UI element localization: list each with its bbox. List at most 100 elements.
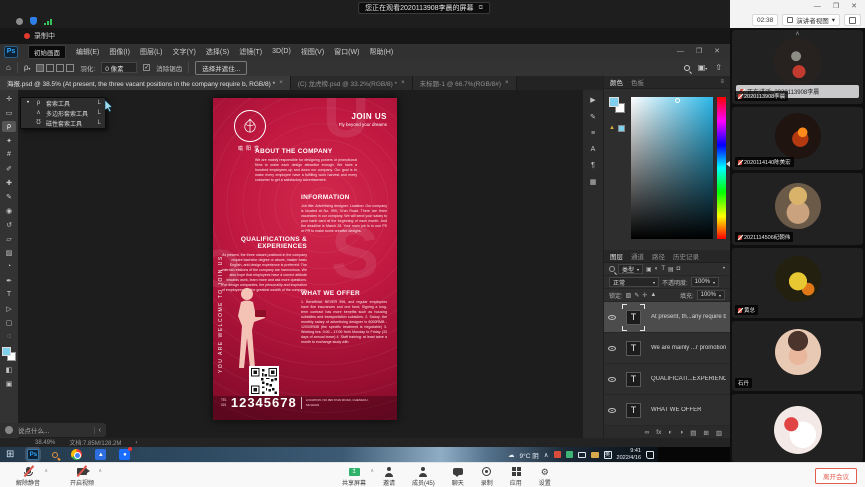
menu-image[interactable]: 图像(I) (109, 47, 130, 57)
eraser-tool-icon[interactable]: ▱ (2, 233, 16, 244)
share-screen-button[interactable]: ↥ 共享屏幕 ∧ (342, 466, 366, 487)
leave-meeting-button[interactable]: 离开会议 (815, 468, 857, 484)
doc-tab-3[interactable]: 未标题-1 @ 66.7%(RGB/8#) × (413, 76, 517, 90)
start-video-button[interactable]: 开启视频 ∧ (70, 466, 94, 487)
clone-stamp-tool-icon[interactable]: ◉ (2, 205, 16, 216)
participant-tile[interactable]: 黄总 (732, 248, 863, 318)
lasso-tool-icon[interactable]: ρ▾ (24, 63, 31, 72)
collapse-chevron-icon[interactable]: ∧ (795, 30, 799, 37)
ime-indicator[interactable]: 英 (604, 451, 612, 459)
antialias-checkbox[interactable]: ✓ (143, 64, 150, 71)
status-arrow-icon[interactable]: › (135, 440, 137, 446)
view-mode-button[interactable]: 演讲者视图 ▾ (782, 14, 840, 26)
select-and-mask-button[interactable]: 选择并遮住... (195, 61, 247, 75)
feather-input[interactable]: 0 像素 (101, 62, 137, 73)
start-button-icon[interactable]: ⊞ (6, 449, 14, 460)
visibility-eye-icon[interactable] (608, 408, 616, 413)
filter-adjustment-icon[interactable]: ◐ (655, 266, 659, 272)
lock-pixels-icon[interactable]: ✎ (634, 292, 639, 299)
filter-kind-select[interactable]: 类型▾ (618, 264, 643, 274)
participant-tile[interactable] (732, 394, 863, 462)
participant-tile[interactable]: 石丹 (732, 321, 863, 391)
menu-filter[interactable]: 滤镜(T) (239, 47, 262, 57)
share-options-chevron-icon[interactable]: ∧ (370, 468, 374, 474)
participant-tile[interactable]: 2021114506纪朝伟 (732, 173, 863, 245)
fullscreen-button[interactable] (844, 14, 861, 26)
move-tool-icon[interactable]: ✛ (2, 93, 16, 104)
tab-paths[interactable]: 路径 (652, 251, 665, 261)
tray-green-app-icon[interactable] (566, 451, 573, 458)
paragraph-icon[interactable]: ¶ (591, 162, 595, 169)
color-cursor-icon[interactable] (675, 98, 680, 103)
zoom-tool-icon[interactable]: ◌ (2, 331, 16, 342)
filter-group-icon[interactable]: ▤ (668, 266, 674, 273)
maximize-icon[interactable]: ❐ (833, 2, 839, 11)
participant-tile[interactable]: 2020114140陈美宏 (732, 107, 863, 170)
eyedropper-tool-icon[interactable]: ✐ (2, 163, 16, 174)
tray-red-app-icon[interactable] (554, 451, 561, 458)
menu-help[interactable]: 帮助(H) (369, 47, 393, 57)
lasso-tool-active-icon[interactable]: ρ (2, 121, 16, 132)
tray-display-icon[interactable] (578, 452, 586, 458)
add-selection-icon[interactable] (46, 64, 54, 72)
new-selection-icon[interactable] (36, 64, 44, 72)
apps-button[interactable]: 应用 (510, 466, 522, 487)
close-icon[interactable]: ✕ (851, 2, 857, 11)
layer-row[interactable]: T QUALIFICATI...EXPERIENCES (604, 364, 730, 395)
pen-tool-icon[interactable]: ✒ (2, 275, 16, 286)
flyout-magnetic-lasso-tool[interactable]: Ʊ 磁性套索工具 L (21, 118, 105, 128)
layer-row[interactable]: T WHAT WE OFFER (604, 395, 730, 426)
flyout-polygon-lasso-tool[interactable]: ʌ 多边形套索工具 L (21, 108, 105, 118)
blend-mode-select[interactable]: 正常▾ (609, 277, 659, 287)
menu-window[interactable]: 窗口(W) (334, 47, 359, 57)
invite-button[interactable]: 邀请 (383, 466, 395, 487)
video-options-chevron-icon[interactable]: ∧ (98, 468, 102, 474)
libraries-icon[interactable]: ▦ (590, 178, 597, 186)
actions-icon[interactable]: ▶ (590, 96, 595, 104)
emoji-face-icon[interactable] (5, 426, 13, 434)
menu-view[interactable]: 视图(V) (301, 47, 324, 57)
healing-tool-icon[interactable]: ✚ (2, 177, 16, 188)
doc-tab-poster[interactable]: 海报.psd @ 38.5% (At present, the three va… (0, 76, 291, 90)
members-button[interactable]: 成员(45) (412, 466, 435, 487)
panel-menu-icon[interactable]: ≡ (720, 79, 724, 85)
layer-effects-icon[interactable]: fx (656, 429, 661, 436)
layer-group-icon[interactable]: ▤ (690, 429, 696, 437)
foreground-color-swatch[interactable] (609, 97, 619, 107)
foreground-background-swatches[interactable] (2, 347, 16, 361)
filter-type-icon[interactable]: T (661, 266, 665, 272)
filter-smart-icon[interactable]: ◘ (677, 266, 681, 272)
layer-row[interactable]: T At present, th...any require b (604, 302, 730, 333)
link-layers-icon[interactable]: ∞ (645, 429, 650, 436)
taskbar-lanhu-icon[interactable]: ▲ (95, 449, 106, 460)
tab-swatches[interactable]: 色板 (631, 77, 644, 87)
lock-transparency-icon[interactable]: ▨ (626, 292, 632, 299)
tray-folder-icon[interactable] (591, 452, 599, 458)
gamut-color-swatch[interactable] (618, 125, 625, 132)
brushes-icon[interactable]: ✎ (590, 113, 596, 121)
gradient-tool-icon[interactable]: ▨ (2, 247, 16, 258)
quick-select-tool-icon[interactable]: ✦ (2, 135, 16, 146)
weather-text[interactable]: 9°C 阴 (520, 450, 539, 460)
mic-options-chevron-icon[interactable]: ∧ (44, 468, 48, 474)
filter-image-icon[interactable]: ▣ (646, 266, 652, 273)
tab-history[interactable]: 历史记录 (673, 251, 699, 261)
opacity-value[interactable]: 100%▾ (691, 277, 719, 287)
zoom-level[interactable]: 38.49% (35, 440, 55, 446)
filter-pin-icon[interactable]: • (723, 266, 725, 272)
tab-close-icon[interactable]: × (401, 80, 405, 86)
tab-close-icon[interactable]: × (279, 80, 283, 86)
unmute-button[interactable]: 解除静音 ∧ (16, 466, 40, 487)
type-tool-icon[interactable]: T (2, 289, 16, 300)
subtract-selection-icon[interactable] (56, 64, 64, 72)
visibility-eye-icon[interactable] (608, 315, 616, 320)
meeting-chat-input[interactable]: 说点什么... ‹ (0, 423, 106, 437)
menu-select[interactable]: 选择(S) (206, 47, 229, 57)
visibility-eye-icon[interactable] (608, 346, 616, 351)
menu-type[interactable]: 文字(Y) (173, 47, 196, 57)
taskbar-clock[interactable]: 9:41 2022/4/16 (617, 448, 641, 461)
workspace-icon[interactable]: ▣▾ (698, 63, 708, 72)
new-layer-icon[interactable]: ⊞ (703, 429, 708, 437)
taskbar-search-icon[interactable] (52, 452, 58, 458)
hue-slider[interactable] (717, 97, 726, 239)
